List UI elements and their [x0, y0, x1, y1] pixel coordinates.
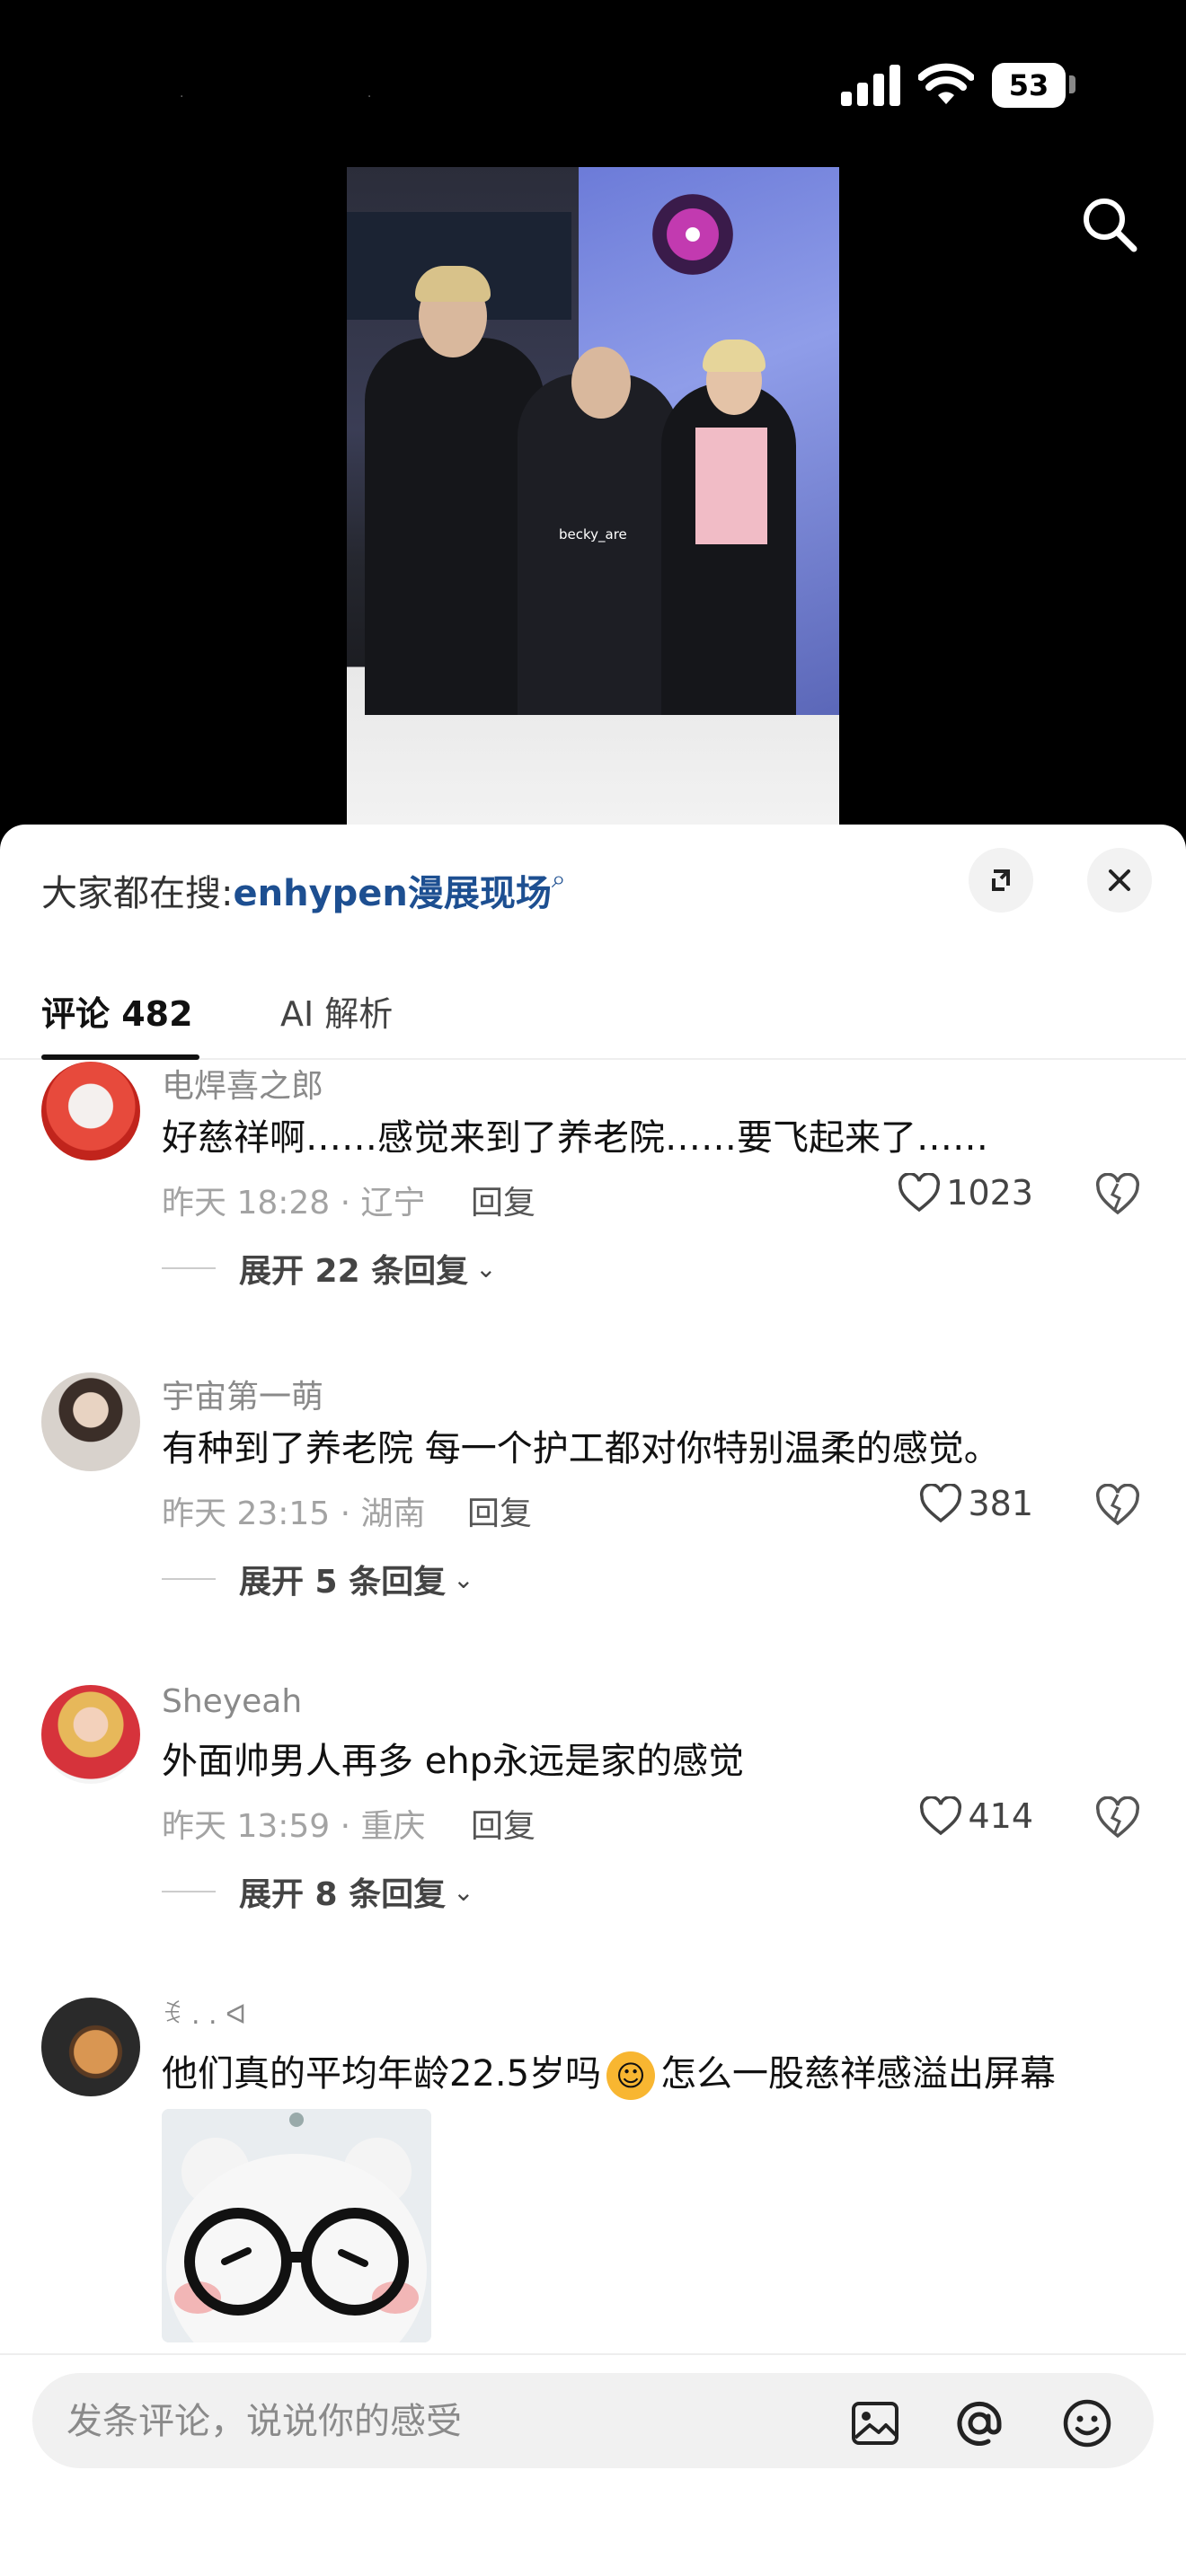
- tab-comments[interactable]: 评论 482: [41, 986, 193, 1036]
- emoji-sticker-icon: ☺: [606, 2051, 656, 2100]
- avatar[interactable]: [41, 1685, 140, 1784]
- expand-replies-line: [162, 1267, 216, 1269]
- close-sheet-button[interactable]: [1087, 848, 1152, 913]
- video-player[interactable]: becky_are: [347, 167, 839, 825]
- close-icon: [1109, 869, 1130, 891]
- video-person-shirt: [695, 428, 767, 544]
- avatar[interactable]: [41, 1998, 140, 2096]
- video-person-hair: [415, 266, 491, 302]
- heart-icon: [920, 1484, 962, 1523]
- status-bar: · · 53: [0, 0, 1186, 171]
- comment-text: 好慈祥啊……感觉来到了养老院……要飞起来了……: [162, 1117, 988, 1159]
- video-poster-eye: [652, 194, 733, 275]
- small-search-icon: ⌕: [551, 864, 566, 894]
- dislike-heart-icon[interactable]: [1094, 1796, 1141, 1839]
- emoji-icon[interactable]: [1060, 2396, 1114, 2450]
- chevron-down-icon: ⌄: [453, 1876, 474, 1907]
- mention-icon[interactable]: [952, 2396, 1006, 2450]
- wifi-icon: [918, 63, 974, 104]
- comment-username[interactable]: 电焊喜之郎: [162, 1060, 323, 1107]
- battery-level: 53: [1008, 68, 1049, 102]
- bear-glasses-sticker: [162, 2109, 431, 2342]
- like-count: 1023: [946, 1173, 1033, 1213]
- comment-input-bar: [0, 2353, 1186, 2576]
- status-dots: · ·: [180, 90, 462, 104]
- avatar[interactable]: [41, 1372, 140, 1471]
- trending-search-keyword[interactable]: enhypen漫展现场: [233, 873, 551, 914]
- dislike-heart-icon[interactable]: [1094, 1484, 1141, 1527]
- avatar[interactable]: [41, 1062, 140, 1160]
- comment-text-part: 怎么一股慈祥感溢出屏幕: [660, 2053, 1057, 2095]
- comment-sheet: 大家都在搜:enhypen漫展现场⌕ 评论 482 AI 解析 电焊喜之郎 好慈…: [0, 825, 1186, 2576]
- comment-meta: 昨天 13:59 · 重庆: [162, 1808, 426, 1845]
- chevron-down-icon: ⌄: [453, 1564, 474, 1594]
- comment-list[interactable]: 电焊喜之郎 好慈祥啊……感觉来到了养老院……要飞起来了…… 昨天 18:28 ·…: [0, 1060, 1186, 2353]
- like-button[interactable]: 414: [919, 1796, 1033, 1836]
- like-button[interactable]: 1023: [898, 1173, 1033, 1213]
- image-icon[interactable]: [848, 2396, 902, 2450]
- expand-replies-line: [162, 1578, 216, 1580]
- heart-icon: [898, 1173, 941, 1213]
- comment-meta: 昨天 18:28 · 辽宁: [162, 1185, 426, 1222]
- expand-sheet-button[interactable]: [969, 848, 1033, 913]
- like-count: 414: [968, 1796, 1033, 1836]
- trending-search[interactable]: 大家都在搜:enhypen漫展现场⌕: [41, 864, 566, 916]
- comment-text: 有种到了养老院 每一个护工都对你特别温柔的感觉。: [162, 1428, 1000, 1469]
- signal-icon: [841, 65, 900, 106]
- like-button[interactable]: 381: [919, 1484, 1033, 1523]
- dislike-heart-icon[interactable]: [1094, 1173, 1141, 1216]
- reply-button[interactable]: 回复: [471, 1800, 535, 1847]
- battery-tip: [1069, 75, 1075, 93]
- trending-search-prefix: 大家都在搜:: [41, 873, 234, 914]
- comment-text: 他们真的平均年龄22.5岁吗 ☺ 怎么一股慈祥感溢出屏幕: [162, 2044, 1056, 2100]
- video-watermark: becky_are: [559, 526, 627, 543]
- comment-input[interactable]: [65, 2373, 805, 2470]
- video-person: [518, 374, 679, 715]
- comment-username[interactable]: 宇宙第一萌: [162, 1371, 323, 1417]
- tab-ai-analysis[interactable]: AI 解析: [280, 986, 393, 1036]
- reply-button[interactable]: 回复: [467, 1487, 532, 1534]
- expand-replies-button[interactable]: 展开 22 条回复 ⌄: [162, 1245, 497, 1292]
- comment-image-sticker[interactable]: [162, 2109, 431, 2342]
- expand-replies-label: 展开 8 条回复: [239, 1876, 447, 1913]
- expand-icon: [992, 869, 1010, 891]
- battery-indicator: 53: [992, 63, 1066, 108]
- expand-replies-label: 展开 22 条回复: [239, 1253, 469, 1290]
- expand-replies-label: 展开 5 条回复: [239, 1564, 447, 1601]
- comment-input-container: [32, 2373, 1154, 2470]
- tab-bar: 评论 482 AI 解析: [0, 945, 1186, 1060]
- video-person-head: [571, 347, 631, 419]
- heart-icon: [920, 1796, 962, 1836]
- comment-username[interactable]: Sheyeah: [162, 1683, 302, 1720]
- comment-username[interactable]: ꉂ . . ᐊ: [162, 1996, 246, 2031]
- expand-replies-button[interactable]: 展开 5 条回复 ⌄: [162, 1556, 474, 1602]
- comment-meta: 昨天 23:15 · 湖南: [162, 1495, 426, 1532]
- expand-replies-line: [162, 1891, 216, 1892]
- reply-button[interactable]: 回复: [471, 1177, 535, 1223]
- sheet-header: 大家都在搜:enhypen漫展现场⌕: [0, 825, 1186, 945]
- search-icon[interactable]: [1078, 193, 1141, 256]
- comment-text: 外面帅男人再多 ehp永远是家的感觉: [162, 1741, 745, 1782]
- comment-text-part: 他们真的平均年龄22.5岁吗: [162, 2053, 602, 2095]
- like-count: 381: [968, 1484, 1033, 1523]
- chevron-down-icon: ⌄: [475, 1253, 497, 1284]
- expand-replies-button[interactable]: 展开 8 条回复 ⌄: [162, 1868, 474, 1915]
